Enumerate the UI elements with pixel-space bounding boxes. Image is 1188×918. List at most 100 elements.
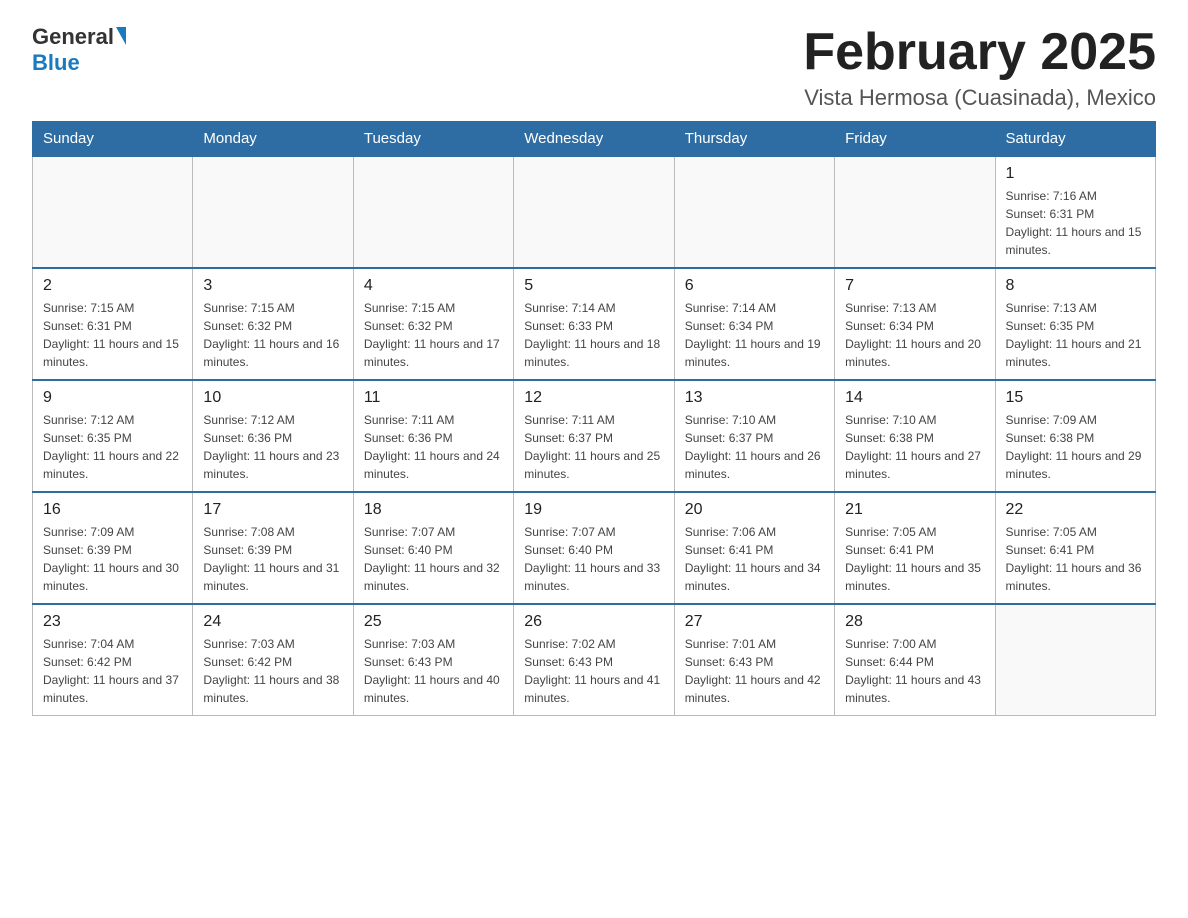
calendar-cell: 27Sunrise: 7:01 AM Sunset: 6:43 PM Dayli… <box>674 604 834 716</box>
day-info: Sunrise: 7:14 AM Sunset: 6:33 PM Dayligh… <box>524 299 663 371</box>
day-number: 10 <box>203 389 342 407</box>
calendar-cell: 21Sunrise: 7:05 AM Sunset: 6:41 PM Dayli… <box>835 492 995 604</box>
calendar-cell: 22 Sunrise: 7:05 AM Sunset: 6:41 PM Dayli… <box>995 492 1155 604</box>
day-number: 4 <box>364 277 503 295</box>
calendar-cell: 4 Sunrise: 7:15 AM Sunset: 6:32 PM Daylig… <box>353 268 513 380</box>
calendar-cell: 1 Sunrise: 7:16 AM Sunset: 6:31 PM Daylig… <box>995 156 1155 268</box>
day-number: 21 <box>845 501 984 519</box>
calendar-cell: 28Sunrise: 7:00 AM Sunset: 6:44 PM Dayli… <box>835 604 995 716</box>
page-header: General Blue February 2025 Vista Hermosa… <box>32 24 1156 111</box>
day-info: Sunrise: 7:03 AM Sunset: 6:42 PM Dayligh… <box>203 635 342 707</box>
calendar-cell: 12 Sunrise: 7:11 AM Sunset: 6:37 PM Dayli… <box>514 380 674 492</box>
day-info: Sunrise: 7:09 AM Sunset: 6:38 PM Dayligh… <box>1006 411 1145 483</box>
day-number: 25 <box>364 613 503 631</box>
day-number: 3 <box>203 277 342 295</box>
day-info: Sunrise: 7:00 AM Sunset: 6:44 PM Dayligh… <box>845 635 984 707</box>
day-info: Sunrise: 7:13 AM Sunset: 6:35 PM Dayligh… <box>1006 299 1145 371</box>
day-info: Sunrise: 7:07 AM Sunset: 6:40 PM Dayligh… <box>524 523 663 595</box>
calendar-cell <box>995 604 1155 716</box>
logo-blue-text: Blue <box>32 50 80 76</box>
day-info: Sunrise: 7:12 AM Sunset: 6:36 PM Dayligh… <box>203 411 342 483</box>
day-number: 23 <box>43 613 182 631</box>
calendar-cell: 7Sunrise: 7:13 AM Sunset: 6:34 PM Daylig… <box>835 268 995 380</box>
calendar-cell: 15 Sunrise: 7:09 AM Sunset: 6:38 PM Dayli… <box>995 380 1155 492</box>
calendar-header-saturday: Saturday <box>995 122 1155 157</box>
day-info: Sunrise: 7:13 AM Sunset: 6:34 PM Dayligh… <box>845 299 984 371</box>
day-number: 17 <box>203 501 342 519</box>
day-number: 5 <box>524 277 663 295</box>
main-title: February 2025 <box>803 24 1156 81</box>
day-info: Sunrise: 7:10 AM Sunset: 6:38 PM Dayligh… <box>845 411 984 483</box>
calendar-week-row: 1 Sunrise: 7:16 AM Sunset: 6:31 PM Daylig… <box>33 156 1156 268</box>
calendar-header-tuesday: Tuesday <box>353 122 513 157</box>
day-number: 20 <box>685 501 824 519</box>
day-info: Sunrise: 7:11 AM Sunset: 6:36 PM Dayligh… <box>364 411 503 483</box>
calendar-week-row: 23 Sunrise: 7:04 AM Sunset: 6:42 PM Dayli… <box>33 604 1156 716</box>
calendar-header-sunday: Sunday <box>33 122 193 157</box>
calendar-cell: 6 Sunrise: 7:14 AM Sunset: 6:34 PM Daylig… <box>674 268 834 380</box>
calendar-table: SundayMondayTuesdayWednesdayThursdayFrid… <box>32 121 1156 716</box>
day-info: Sunrise: 7:02 AM Sunset: 6:43 PM Dayligh… <box>524 635 663 707</box>
calendar-cell <box>33 156 193 268</box>
day-number: 12 <box>524 389 663 407</box>
day-number: 24 <box>203 613 342 631</box>
calendar-cell: 3 Sunrise: 7:15 AM Sunset: 6:32 PM Daylig… <box>193 268 353 380</box>
calendar-cell: 10 Sunrise: 7:12 AM Sunset: 6:36 PM Dayli… <box>193 380 353 492</box>
day-info: Sunrise: 7:10 AM Sunset: 6:37 PM Dayligh… <box>685 411 824 483</box>
day-number: 22 <box>1006 501 1145 519</box>
calendar-cell <box>353 156 513 268</box>
calendar-header-row: SundayMondayTuesdayWednesdayThursdayFrid… <box>33 122 1156 157</box>
calendar-cell: 18Sunrise: 7:07 AM Sunset: 6:40 PM Dayli… <box>353 492 513 604</box>
day-info: Sunrise: 7:06 AM Sunset: 6:41 PM Dayligh… <box>685 523 824 595</box>
day-number: 15 <box>1006 389 1145 407</box>
calendar-cell <box>835 156 995 268</box>
logo-blue-box <box>114 27 126 47</box>
calendar-cell: 11 Sunrise: 7:11 AM Sunset: 6:36 PM Dayli… <box>353 380 513 492</box>
day-info: Sunrise: 7:15 AM Sunset: 6:32 PM Dayligh… <box>203 299 342 371</box>
day-info: Sunrise: 7:15 AM Sunset: 6:32 PM Dayligh… <box>364 299 503 371</box>
calendar-cell: 25 Sunrise: 7:03 AM Sunset: 6:43 PM Dayli… <box>353 604 513 716</box>
calendar-header-friday: Friday <box>835 122 995 157</box>
day-number: 6 <box>685 277 824 295</box>
day-number: 18 <box>364 501 503 519</box>
calendar-cell: 19 Sunrise: 7:07 AM Sunset: 6:40 PM Dayli… <box>514 492 674 604</box>
day-number: 26 <box>524 613 663 631</box>
day-info: Sunrise: 7:09 AM Sunset: 6:39 PM Dayligh… <box>43 523 182 595</box>
day-info: Sunrise: 7:14 AM Sunset: 6:34 PM Dayligh… <box>685 299 824 371</box>
day-info: Sunrise: 7:05 AM Sunset: 6:41 PM Dayligh… <box>1006 523 1145 595</box>
calendar-cell: 2 Sunrise: 7:15 AM Sunset: 6:31 PM Daylig… <box>33 268 193 380</box>
calendar-cell: 13 Sunrise: 7:10 AM Sunset: 6:37 PM Dayli… <box>674 380 834 492</box>
calendar-cell: 17Sunrise: 7:08 AM Sunset: 6:39 PM Dayli… <box>193 492 353 604</box>
day-number: 9 <box>43 389 182 407</box>
calendar-cell: 5 Sunrise: 7:14 AM Sunset: 6:33 PM Daylig… <box>514 268 674 380</box>
day-number: 13 <box>685 389 824 407</box>
day-number: 2 <box>43 277 182 295</box>
day-info: Sunrise: 7:16 AM Sunset: 6:31 PM Dayligh… <box>1006 187 1145 259</box>
day-info: Sunrise: 7:04 AM Sunset: 6:42 PM Dayligh… <box>43 635 182 707</box>
calendar-week-row: 9 Sunrise: 7:12 AM Sunset: 6:35 PM Daylig… <box>33 380 1156 492</box>
calendar-cell: 16Sunrise: 7:09 AM Sunset: 6:39 PM Dayli… <box>33 492 193 604</box>
day-info: Sunrise: 7:03 AM Sunset: 6:43 PM Dayligh… <box>364 635 503 707</box>
day-info: Sunrise: 7:11 AM Sunset: 6:37 PM Dayligh… <box>524 411 663 483</box>
day-number: 19 <box>524 501 663 519</box>
day-number: 27 <box>685 613 824 631</box>
calendar-cell: 23 Sunrise: 7:04 AM Sunset: 6:42 PM Dayli… <box>33 604 193 716</box>
day-info: Sunrise: 7:12 AM Sunset: 6:35 PM Dayligh… <box>43 411 182 483</box>
title-block: February 2025 Vista Hermosa (Cuasinada),… <box>803 24 1156 111</box>
calendar-header-monday: Monday <box>193 122 353 157</box>
calendar-week-row: 2 Sunrise: 7:15 AM Sunset: 6:31 PM Daylig… <box>33 268 1156 380</box>
calendar-header-thursday: Thursday <box>674 122 834 157</box>
day-number: 8 <box>1006 277 1145 295</box>
calendar-cell: 26 Sunrise: 7:02 AM Sunset: 6:43 PM Dayli… <box>514 604 674 716</box>
calendar-cell: 20 Sunrise: 7:06 AM Sunset: 6:41 PM Dayli… <box>674 492 834 604</box>
day-number: 1 <box>1006 165 1145 183</box>
logo: General Blue <box>32 24 126 76</box>
calendar-cell: 14Sunrise: 7:10 AM Sunset: 6:38 PM Dayli… <box>835 380 995 492</box>
calendar-week-row: 16Sunrise: 7:09 AM Sunset: 6:39 PM Dayli… <box>33 492 1156 604</box>
subtitle: Vista Hermosa (Cuasinada), Mexico <box>803 85 1156 111</box>
day-info: Sunrise: 7:15 AM Sunset: 6:31 PM Dayligh… <box>43 299 182 371</box>
calendar-header-wednesday: Wednesday <box>514 122 674 157</box>
calendar-cell <box>193 156 353 268</box>
day-number: 11 <box>364 389 503 407</box>
calendar-cell <box>674 156 834 268</box>
